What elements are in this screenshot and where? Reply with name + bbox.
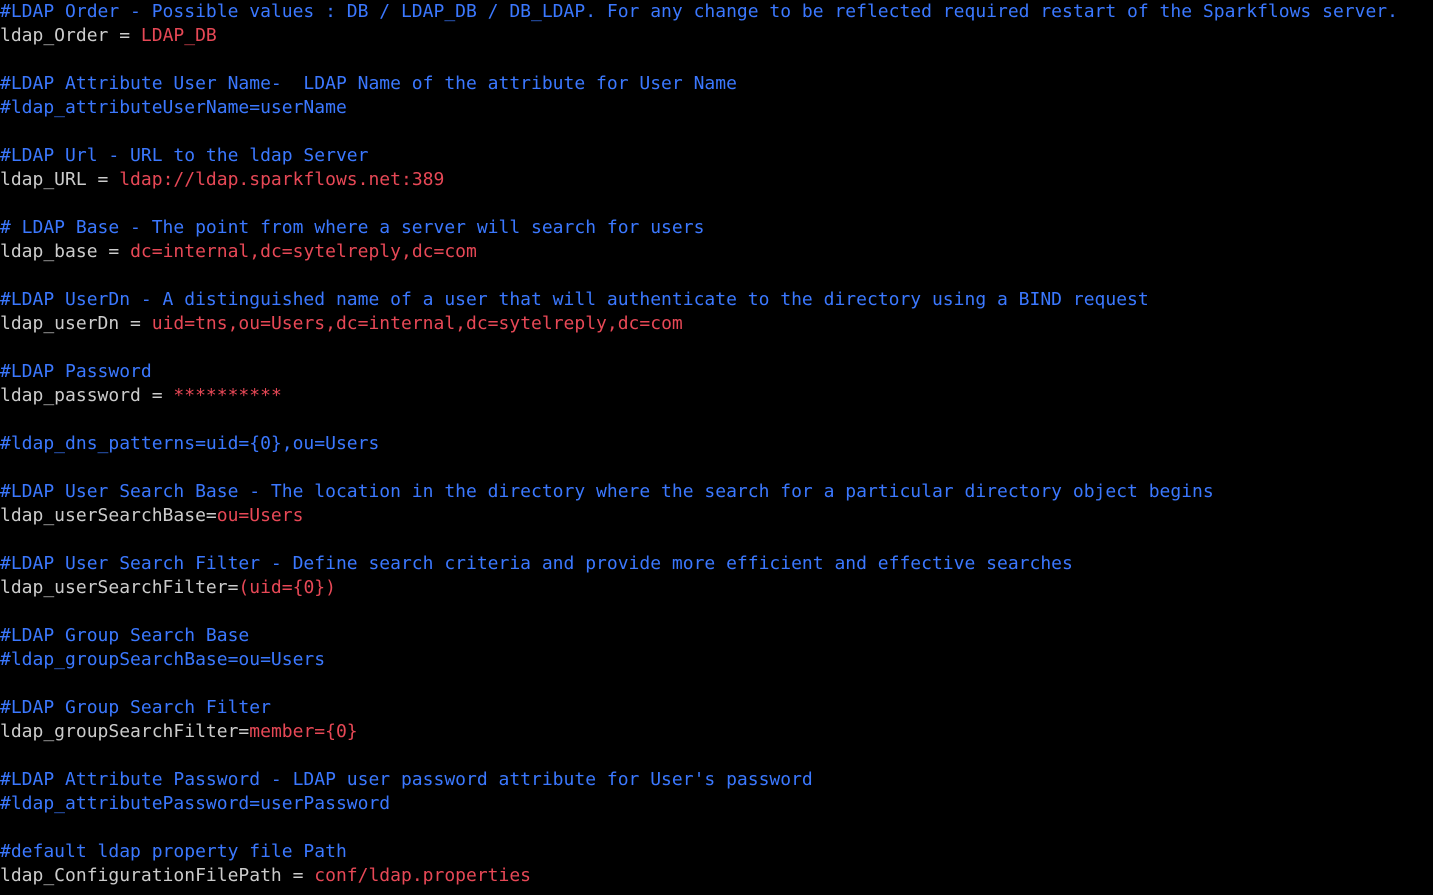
comment-line: #LDAP UserDn - A distinguished name of a… xyxy=(0,288,1433,312)
comment-text: #ldap_groupSearchBase=ou=Users xyxy=(0,649,326,670)
property-key: ldap_userSearchBase xyxy=(0,505,206,526)
comment-line: #LDAP Attribute User Name- LDAP Name of … xyxy=(0,72,1433,96)
property-line: ldap_password = ********** xyxy=(0,384,1433,408)
property-value: ********** xyxy=(173,385,282,406)
comment-text: #ldap_attributePassword=userPassword xyxy=(0,793,391,814)
comment-line: # LDAP Base - The point from where a ser… xyxy=(0,216,1433,240)
property-key: ldap_groupSearchFilter xyxy=(0,721,239,742)
property-line: ldap_userSearchFilter=(uid={0}) xyxy=(0,576,1433,600)
property-key: ldap_Order xyxy=(0,25,109,46)
terminal-editor[interactable]: #LDAP Order - Possible values : DB / LDA… xyxy=(0,0,1433,895)
comment-line: #ldap_dns_patterns=uid={0},ou=Users xyxy=(0,432,1433,456)
comment-text: #LDAP UserDn - A distinguished name of a… xyxy=(0,289,1149,310)
comment-line: #ldap_groupSearchBase=ou=Users xyxy=(0,648,1433,672)
comment-text: #LDAP Group Search Base xyxy=(0,625,250,646)
comment-text: # LDAP Base - The point from where a ser… xyxy=(0,217,705,238)
property-line: ldap_userSearchBase=ou=Users xyxy=(0,504,1433,528)
property-value: (uid={0}) xyxy=(238,577,336,598)
equals-sign: = xyxy=(108,25,141,46)
property-value: ldap://ldap.sparkflows.net:389 xyxy=(119,169,445,190)
property-key: ldap_ConfigurationFilePath xyxy=(0,865,282,886)
comment-text: #LDAP Attribute Password - LDAP user pas… xyxy=(0,769,813,790)
comment-line: #ldap_attributePassword=userPassword xyxy=(0,792,1433,816)
equals-sign: = xyxy=(97,241,131,262)
property-key: ldap_userDn xyxy=(0,313,120,334)
comment-line: #LDAP Group Search Base xyxy=(0,624,1433,648)
property-value: ou=Users xyxy=(216,505,304,526)
property-value: member={0} xyxy=(249,721,358,742)
equals-sign: = xyxy=(227,577,239,598)
property-line: ldap_base = dc=internal,dc=sytelreply,dc… xyxy=(0,240,1433,264)
property-value: dc=internal,dc=sytelreply,dc=com xyxy=(130,241,477,262)
equals-sign: = xyxy=(238,721,250,742)
property-line: ldap_groupSearchFilter=member={0} xyxy=(0,720,1433,744)
comment-line: #ldap_attributeUserName=userName xyxy=(0,96,1433,120)
comment-text: #ldap_dns_patterns=uid={0},ou=Users xyxy=(0,433,380,454)
comment-text: #ldap_attributeUserName=userName xyxy=(0,97,347,118)
property-key: ldap_URL xyxy=(0,169,87,190)
comment-line: #LDAP Order - Possible values : DB / LDA… xyxy=(0,0,1433,24)
comment-line: #LDAP Url - URL to the ldap Server xyxy=(0,144,1433,168)
comment-text: #LDAP Attribute User Name- LDAP Name of … xyxy=(0,73,737,94)
comment-line: #LDAP Attribute Password - LDAP user pas… xyxy=(0,768,1433,792)
equals-sign: = xyxy=(281,865,315,886)
comment-line: #LDAP User Search Filter - Define search… xyxy=(0,552,1433,576)
property-key: ldap_userSearchFilter xyxy=(0,577,228,598)
property-key: ldap_base xyxy=(0,241,98,262)
comment-text: #LDAP Order - Possible values : DB / LDA… xyxy=(0,1,1398,22)
property-value: uid=tns,ou=Users,dc=internal,dc=sytelrep… xyxy=(151,313,683,334)
property-line: ldap_userDn = uid=tns,ou=Users,dc=intern… xyxy=(0,312,1433,336)
property-key: ldap_password xyxy=(0,385,141,406)
comment-line: #LDAP User Search Base - The location in… xyxy=(0,480,1433,504)
comment-line: #LDAP Password xyxy=(0,360,1433,384)
comment-text: #default ldap property file Path xyxy=(0,841,347,862)
property-line: ldap_ConfigurationFilePath = conf/ldap.p… xyxy=(0,864,1433,888)
property-value: conf/ldap.properties xyxy=(314,865,532,886)
comment-text: #LDAP User Search Filter - Define search… xyxy=(0,553,1073,574)
comment-text: #LDAP Password xyxy=(0,361,152,382)
property-line: ldap_URL = ldap://ldap.sparkflows.net:38… xyxy=(0,168,1433,192)
comment-text: #LDAP User Search Base - The location in… xyxy=(0,481,1214,502)
equals-sign: = xyxy=(119,313,152,334)
comment-text: #LDAP Group Search Filter xyxy=(0,697,271,718)
comment-line: #default ldap property file Path xyxy=(0,840,1433,864)
comment-line: #LDAP Group Search Filter xyxy=(0,696,1433,720)
property-line: ldap_Order = LDAP_DB xyxy=(0,24,1433,48)
comment-text: #LDAP Url - URL to the ldap Server xyxy=(0,145,369,166)
equals-sign: = xyxy=(86,169,120,190)
equals-sign: = xyxy=(205,505,217,526)
property-value: LDAP_DB xyxy=(140,25,217,46)
equals-sign: = xyxy=(140,385,174,406)
